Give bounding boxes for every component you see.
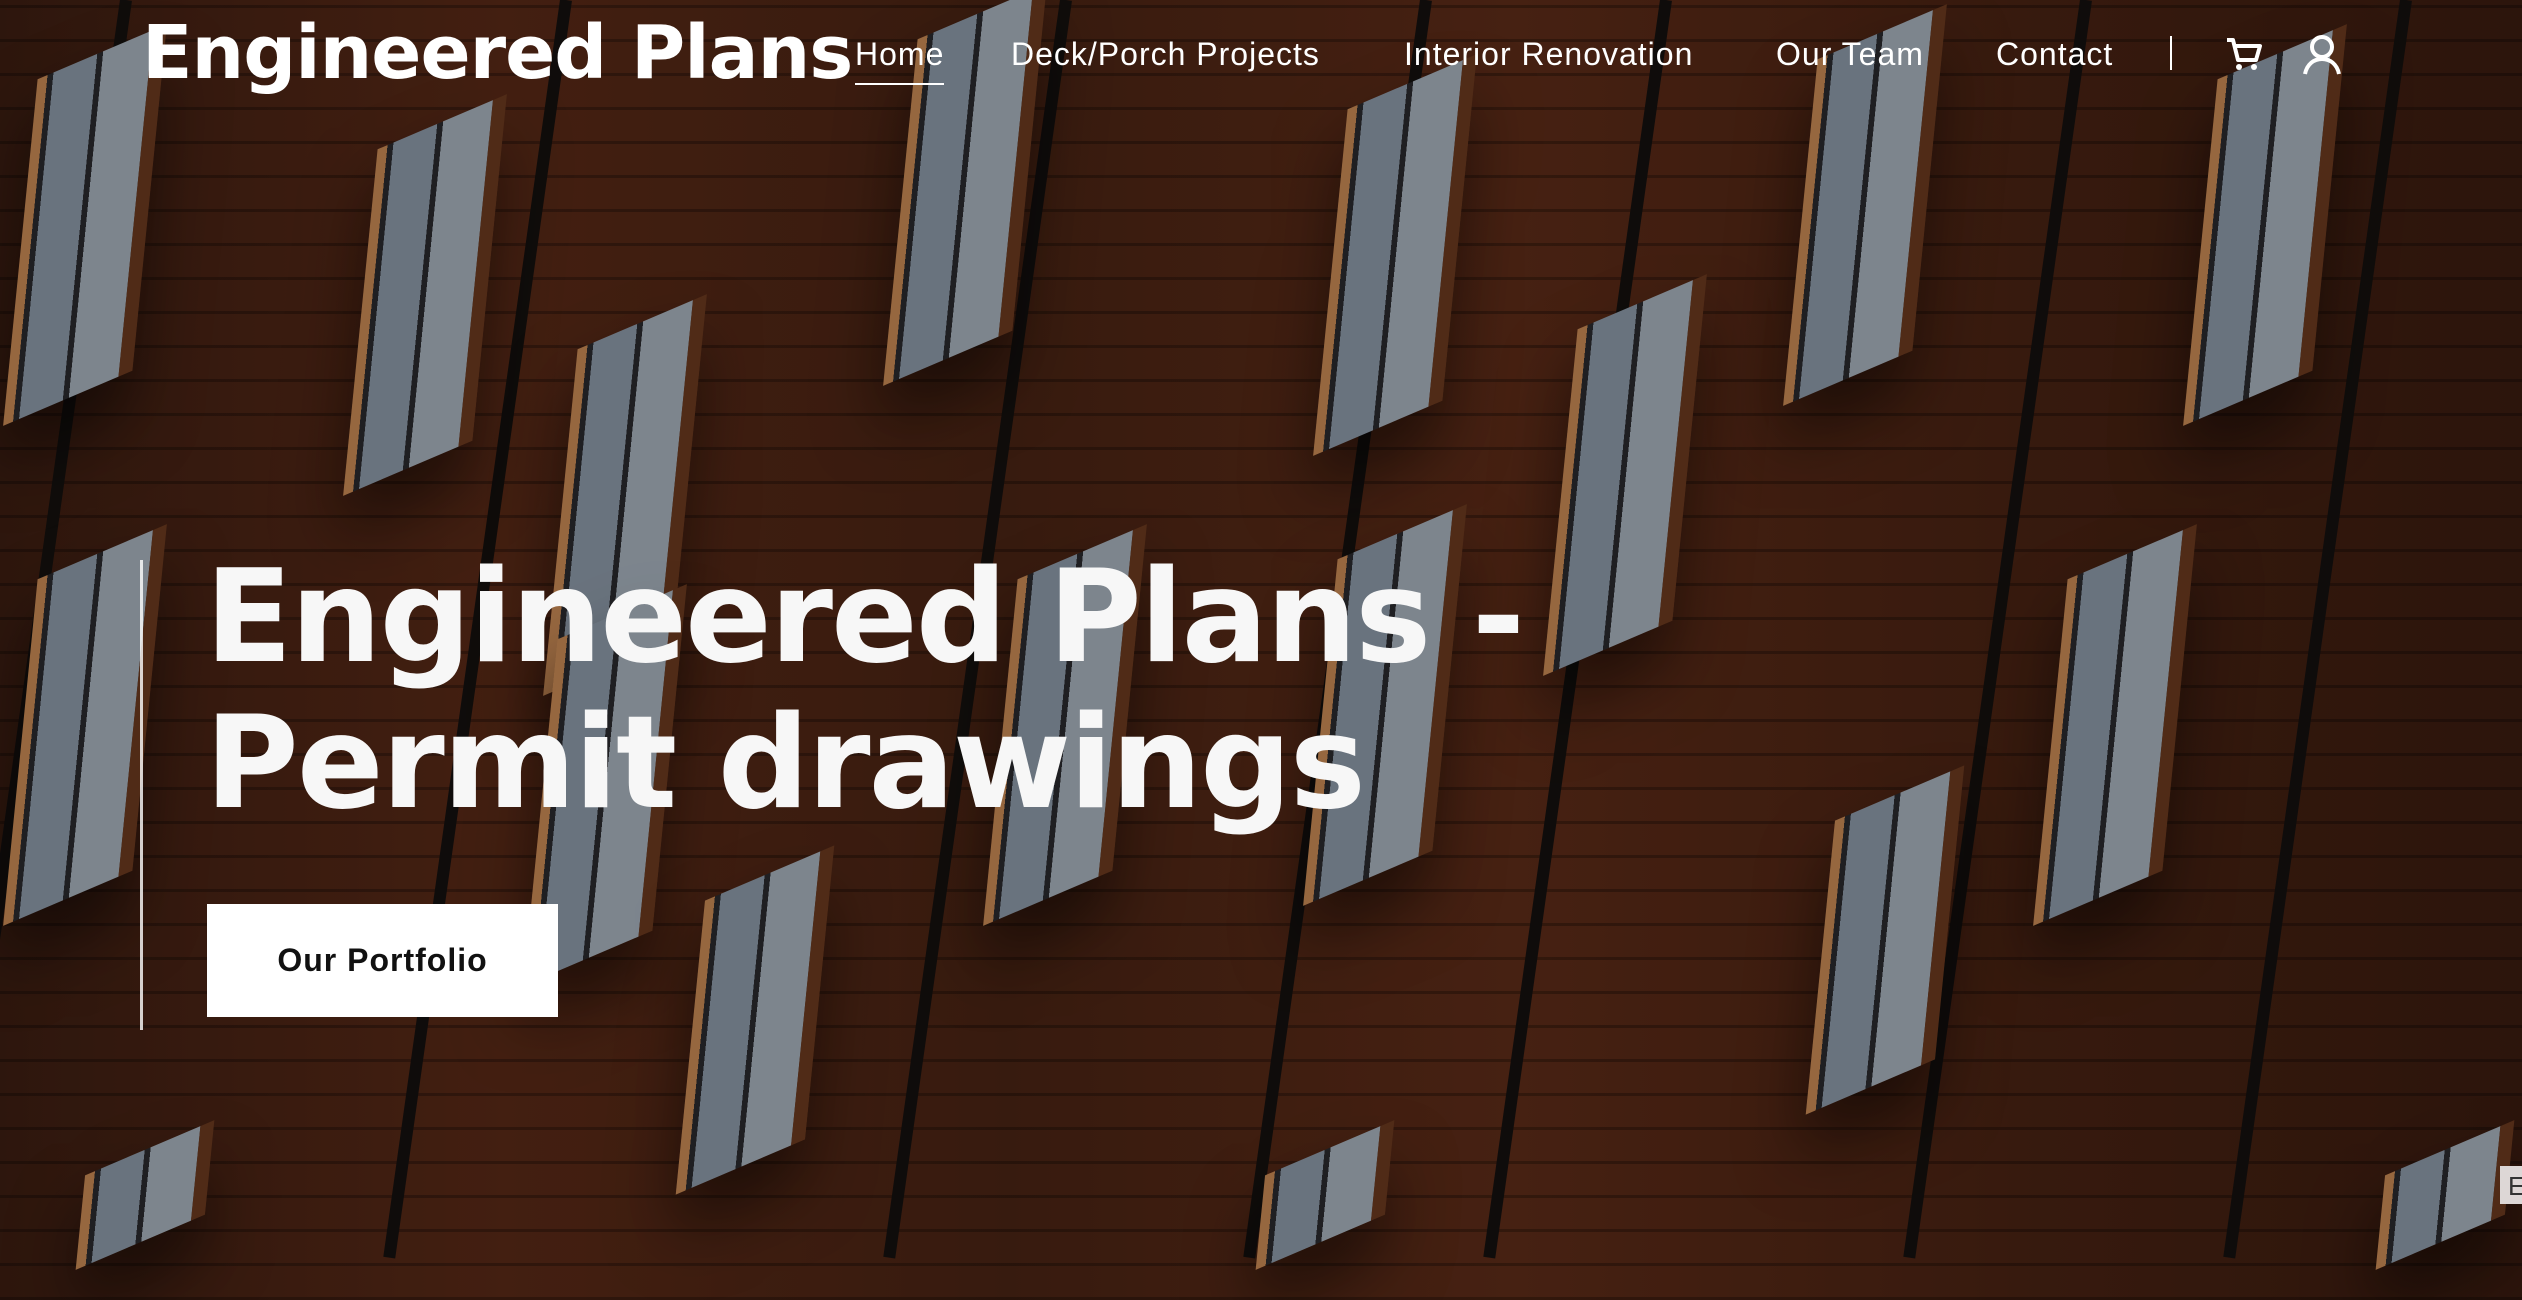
- floating-badge[interactable]: E: [2500, 1166, 2522, 1204]
- nav-divider: [2170, 36, 2172, 70]
- nav-deck-porch-projects[interactable]: Deck/Porch Projects: [1011, 36, 1320, 73]
- user-icon[interactable]: [2302, 34, 2342, 76]
- nav-contact[interactable]: Contact: [1996, 36, 2113, 73]
- our-portfolio-button[interactable]: Our Portfolio: [207, 904, 558, 1017]
- hero-title: Engineered Plans - Permit drawings: [205, 543, 1525, 838]
- site-logo[interactable]: Engineered Plans: [142, 10, 853, 96]
- nav-interior-renovation[interactable]: Interior Renovation: [1404, 36, 1693, 73]
- cart-icon[interactable]: [2224, 34, 2264, 74]
- nav-our-team[interactable]: Our Team: [1776, 36, 1924, 73]
- hero-accent-line: [140, 560, 143, 1030]
- nav-home[interactable]: Home: [855, 36, 945, 85]
